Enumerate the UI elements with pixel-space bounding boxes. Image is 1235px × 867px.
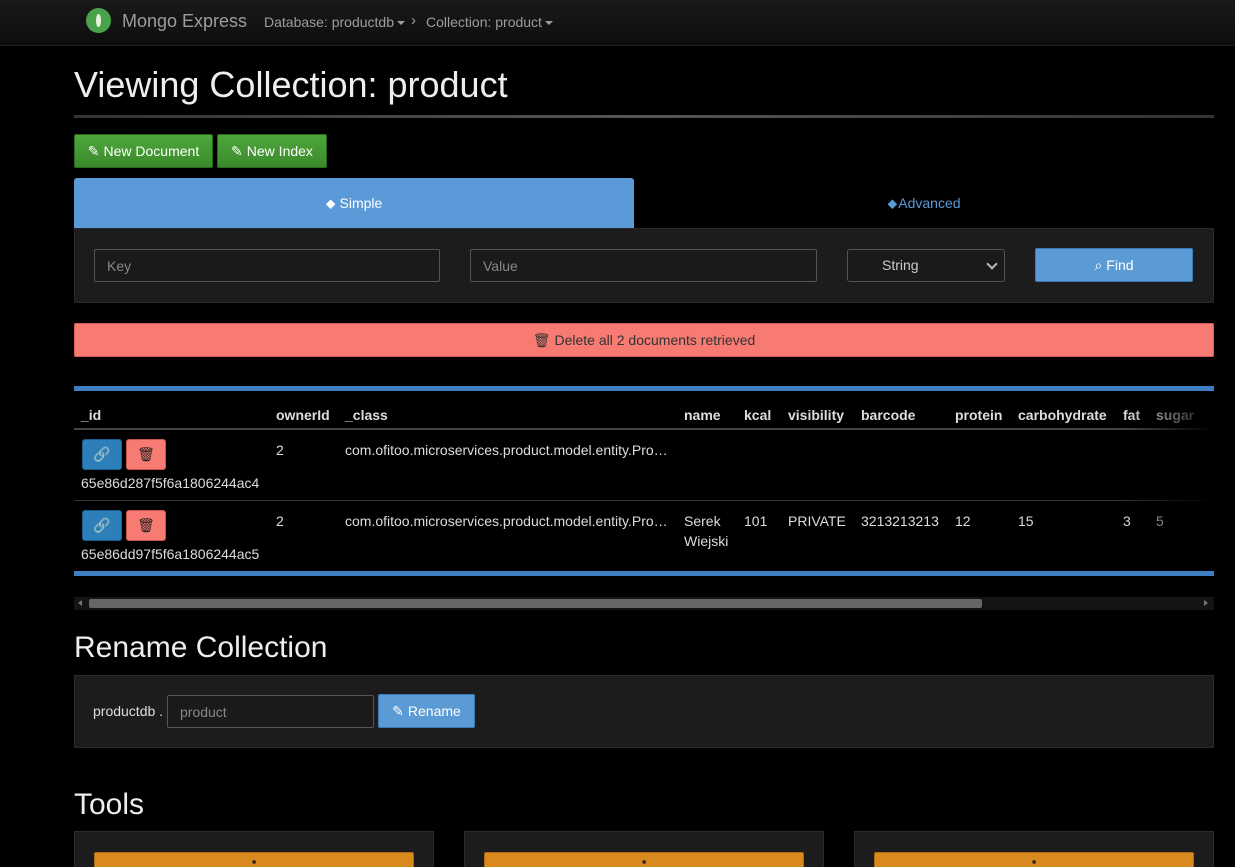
caret-down-icon: [544, 21, 553, 26]
find-label: Find: [1106, 257, 1134, 273]
link-icon: 🔗: [93, 446, 111, 462]
cell-id: 65e86dd97f5f6a1806244ac5: [81, 546, 260, 562]
view-document-button[interactable]: 🔗: [82, 439, 122, 470]
save-icon: ▪: [1031, 854, 1037, 867]
new-document-button[interactable]: ✎ New Document: [74, 134, 213, 168]
scroll-left-icon[interactable]: [78, 600, 82, 606]
navbar: Mongo Express Database: productdb › Coll…: [0, 0, 1235, 46]
trash-icon: 🗑: [137, 446, 155, 462]
cell-carbohydrate: 15: [1018, 513, 1034, 529]
new-index-label: New Index: [246, 143, 313, 159]
type-select-value: String: [882, 257, 919, 273]
tags-icon: ⬥: [887, 195, 898, 211]
documents-table: _id ownerId _class name kcal visibility …: [74, 386, 1214, 576]
mongo-leaf-icon[interactable]: [86, 8, 111, 33]
cell-protein: 12: [955, 513, 971, 529]
column-header[interactable]: visibility: [788, 407, 844, 423]
rename-db-prefix: productdb .: [93, 703, 164, 719]
cell-id: 65e86d287f5f6a1806244ac4: [81, 475, 260, 491]
caret-down-icon: [396, 21, 405, 26]
column-header[interactable]: ownerId: [276, 407, 330, 423]
delete-all-label: Delete all 2 documents retrieved: [554, 332, 756, 348]
table-fade: [1124, 391, 1214, 571]
delete-all-button[interactable]: 🗑 Delete all 2 documents retrieved: [74, 323, 1214, 357]
rename-input[interactable]: [167, 695, 374, 728]
search-icon: ⌕: [1094, 257, 1103, 273]
rename-heading: Rename Collection: [74, 631, 328, 664]
pencil-icon: ✎: [392, 703, 404, 719]
delete-document-button[interactable]: 🗑: [126, 439, 166, 470]
cell-name-line2: Wiejski: [684, 533, 729, 549]
row-divider: [74, 500, 1214, 501]
link-icon: 🔗: [93, 517, 111, 533]
delete-document-button[interactable]: 🗑: [126, 510, 166, 541]
tool-button[interactable]: ▪: [94, 852, 414, 867]
collection-label: Collection: product: [426, 14, 542, 30]
database-dropdown[interactable]: Database: productdb: [264, 14, 405, 30]
chevron-right-icon: ›: [411, 12, 416, 29]
save-icon: ▪: [641, 854, 647, 867]
trash-icon: 🗑: [532, 332, 551, 348]
scroll-right-icon[interactable]: [1204, 600, 1208, 606]
brand-link[interactable]: Mongo Express: [122, 11, 247, 32]
tab-simple-label: Simple: [339, 195, 383, 211]
view-document-button[interactable]: 🔗: [82, 510, 122, 541]
pencil-icon: ✎: [87, 143, 100, 159]
scrollbar-thumb[interactable]: [89, 599, 982, 608]
column-header[interactable]: _class: [345, 407, 388, 423]
cell-visibility: PRIVATE: [788, 513, 846, 529]
column-header[interactable]: carbohydrate: [1018, 407, 1107, 423]
type-select[interactable]: String: [847, 249, 1005, 282]
cell-ownerid: 2: [276, 513, 284, 529]
trash-icon: 🗑: [137, 517, 155, 533]
page-title: Viewing Collection: product: [74, 64, 508, 105]
column-header[interactable]: name: [684, 407, 721, 423]
horizontal-scrollbar[interactable]: [74, 597, 1214, 610]
cell-class: com.ofitoo.microservices.product.model.e…: [345, 513, 668, 529]
cell-barcode: 3213213213: [861, 513, 939, 529]
cell-kcal: 101: [744, 513, 768, 529]
cell-ownerid: 2: [276, 442, 284, 458]
tab-advanced[interactable]: ⬥Advanced: [634, 178, 1214, 228]
database-label: Database: productdb: [264, 14, 394, 30]
column-header[interactable]: kcal: [744, 407, 771, 423]
tag-icon: ⬥: [325, 195, 336, 211]
save-icon: ▪: [251, 854, 257, 867]
column-header[interactable]: protein: [955, 407, 1002, 423]
find-button[interactable]: ⌕ Find: [1035, 248, 1193, 282]
tools-heading: Tools: [74, 788, 145, 821]
tool-button[interactable]: ▪: [484, 852, 804, 867]
rename-button[interactable]: ✎ Rename: [378, 694, 475, 728]
cell-name-line1: Serek: [684, 513, 721, 529]
tab-advanced-label: Advanced: [898, 195, 961, 211]
value-input[interactable]: [470, 249, 817, 282]
collection-dropdown[interactable]: Collection: product: [426, 14, 553, 30]
new-index-button[interactable]: ✎ New Index: [217, 134, 327, 168]
title-divider: [74, 115, 1214, 118]
column-header[interactable]: barcode: [861, 407, 915, 423]
header-divider: [74, 428, 1214, 430]
rename-label: Rename: [407, 703, 461, 719]
tool-button[interactable]: ▪: [874, 852, 1194, 867]
new-document-label: New Document: [103, 143, 200, 159]
tab-simple[interactable]: ⬥ Simple: [74, 178, 634, 228]
key-input[interactable]: [94, 249, 440, 282]
column-header[interactable]: _id: [81, 407, 101, 423]
pencil-icon: ✎: [231, 143, 243, 159]
cell-class: com.ofitoo.microservices.product.model.e…: [345, 442, 668, 458]
